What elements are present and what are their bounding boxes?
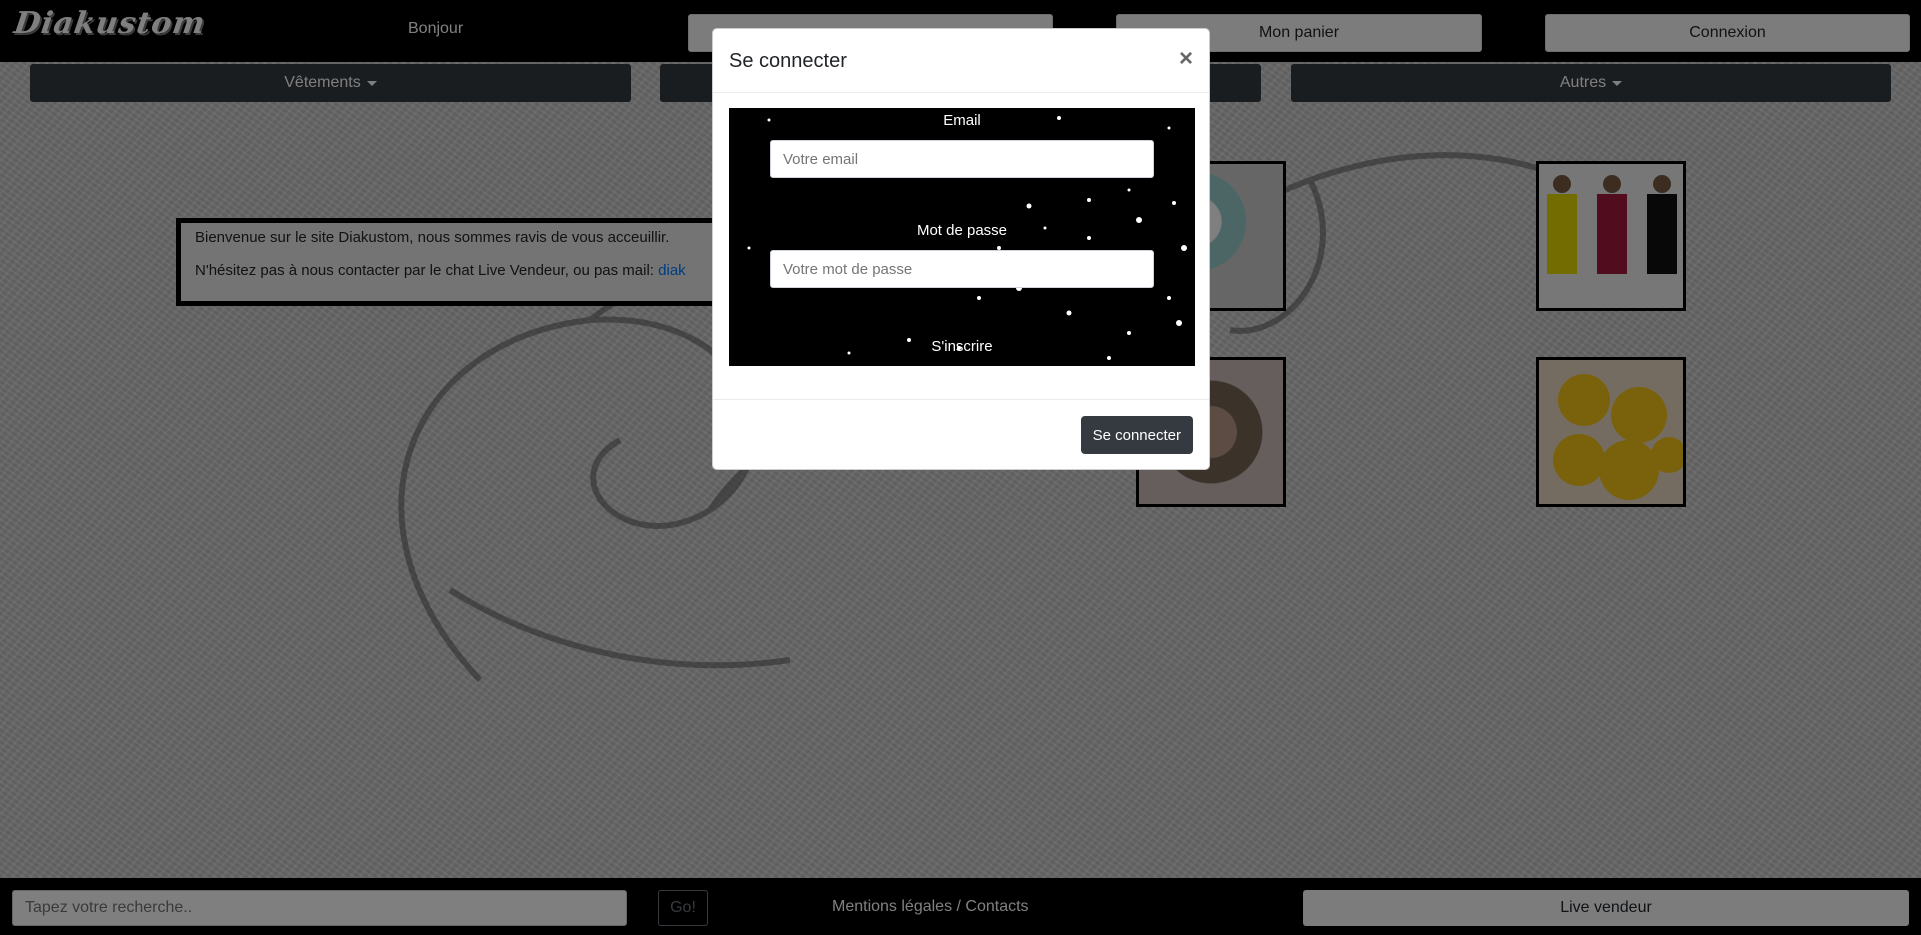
modal-header: Se connecter × (713, 29, 1209, 93)
signup-link[interactable]: S'inscrire (729, 338, 1195, 355)
password-label: Mot de passe (916, 222, 1008, 239)
login-modal: Se connecter × Email Mot de passe S'insc… (712, 28, 1210, 470)
close-icon[interactable]: × (1179, 47, 1193, 71)
password-field[interactable] (770, 250, 1154, 288)
modal-title: Se connecter (729, 50, 847, 72)
submit-login-button[interactable]: Se connecter (1080, 416, 1193, 454)
email-field[interactable] (770, 140, 1154, 178)
modal-footer: Se connecter (713, 399, 1209, 469)
login-form-panel: Email Mot de passe S'inscrire (729, 108, 1195, 366)
email-label: Email (943, 112, 981, 129)
